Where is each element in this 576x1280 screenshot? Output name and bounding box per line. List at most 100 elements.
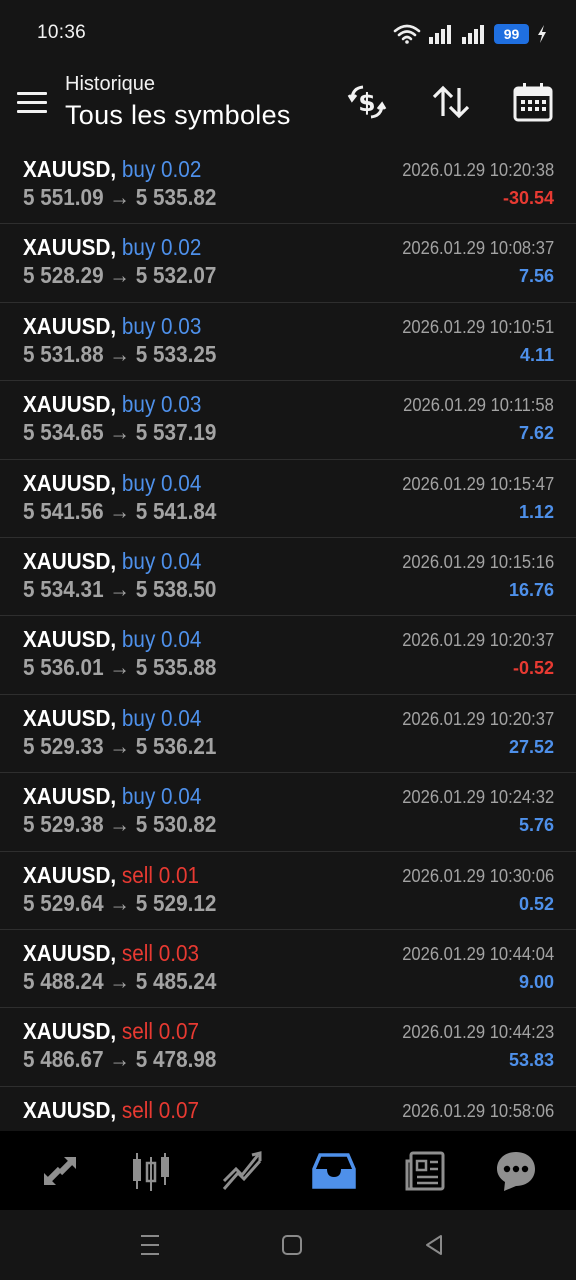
- trade-side: buy 0.02: [121, 156, 202, 182]
- charging-icon: [538, 25, 546, 43]
- trade-profit: 7.62: [518, 423, 554, 444]
- trade-row[interactable]: XAUUSD, buy 0.02 5 528.29 → 5 532.07 2026.…: [0, 224, 576, 303]
- trade-row[interactable]: XAUUSD, buy 0.02 5 551.09 → 5 535.82 2026.…: [0, 146, 576, 225]
- trade-time: 2026.01.29 10:44:23: [402, 1022, 554, 1043]
- trade-list[interactable]: XAUUSD, buy 0.02 5 551.09 → 5 535.82 2026.…: [0, 146, 576, 1131]
- trade-time: 2026.01.29 10:44:04: [402, 943, 554, 964]
- open-price: 5 529.33: [23, 732, 104, 759]
- currency-exchange-icon[interactable]: $: [345, 80, 389, 124]
- header-title[interactable]: Tous les symboles: [65, 100, 291, 131]
- trade-symbol-line: XAUUSD, buy 0.04: [23, 470, 201, 497]
- trade-profit: -0.52: [512, 658, 554, 679]
- trade-row[interactable]: XAUUSD, buy 0.04 5 536.01 → 5 535.88 2026.…: [0, 616, 576, 695]
- bottom-nav: [0, 1131, 576, 1210]
- trade-time: 2026.01.29 10:15:47: [402, 473, 554, 494]
- close-price: 5 529.12: [135, 889, 217, 916]
- nav-history-icon[interactable]: [304, 1141, 364, 1201]
- trade-symbol: XAUUSD,: [23, 1018, 117, 1045]
- trade-row[interactable]: XAUUSD, sell 0.07 5 486.67 → 5 478.98 2026…: [0, 1008, 576, 1087]
- trade-prices: 5 531.88 → 5 533.25: [23, 341, 216, 368]
- arrow-right-icon: →: [103, 1046, 136, 1073]
- open-price: 5 531.88: [23, 340, 104, 367]
- trade-side: buy 0.04: [121, 469, 202, 496]
- trade-profit: 0.52: [518, 893, 554, 914]
- nav-analytics-icon[interactable]: [212, 1141, 272, 1201]
- sort-icon[interactable]: [429, 80, 473, 124]
- close-price: 5 530.82: [135, 811, 217, 838]
- home-icon[interactable]: [277, 1230, 307, 1260]
- open-price: 5 534.65: [23, 419, 104, 446]
- trade-row[interactable]: XAUUSD, sell 0.01 5 529.64 → 5 529.12 2026…: [0, 852, 576, 930]
- trade-symbol: XAUUSD,: [23, 312, 117, 339]
- trade-time: 2026.01.29 10:11:58: [403, 395, 554, 416]
- arrow-right-icon: →: [103, 654, 136, 681]
- trade-row[interactable]: XAUUSD, sell 0.07 2026.01.29 10:58:06: [0, 1087, 576, 1131]
- trade-time: 2026.01.29 10:20:37: [402, 708, 554, 729]
- close-price: 5 537.19: [135, 419, 217, 446]
- trade-time: 2026.01.29 10:30:06: [402, 865, 554, 886]
- open-price: 5 541.56: [23, 497, 104, 524]
- close-price: 5 533.25: [135, 340, 217, 367]
- signal-icon: [429, 25, 451, 44]
- battery-indicator: 99: [494, 24, 529, 44]
- trade-symbol-line: XAUUSD, buy 0.04: [23, 548, 201, 575]
- trade-prices: 5 534.65 → 5 537.19: [23, 419, 216, 446]
- trade-row[interactable]: XAUUSD, buy 0.04 5 534.31 → 5 538.50 2026.…: [0, 538, 576, 617]
- open-price: 5 551.09: [23, 184, 104, 210]
- trade-row[interactable]: XAUUSD, buy 0.03 5 534.65 → 5 537.19 2026.…: [0, 381, 576, 460]
- trade-symbol-line: XAUUSD, sell 0.07: [23, 1097, 199, 1124]
- trade-profit: 16.76: [508, 579, 554, 600]
- trade-prices: 5 488.24 → 5 485.24: [23, 968, 216, 995]
- trade-symbol-line: XAUUSD, buy 0.04: [23, 705, 201, 732]
- trade-symbol: XAUUSD,: [23, 861, 117, 888]
- nav-chart-icon[interactable]: [121, 1141, 181, 1201]
- trade-side: buy 0.04: [121, 547, 202, 574]
- trade-row[interactable]: XAUUSD, sell 0.03 5 488.24 → 5 485.24 2026…: [0, 930, 576, 1009]
- trade-symbol: XAUUSD,: [23, 783, 117, 810]
- trade-row[interactable]: XAUUSD, buy 0.03 5 531.88 → 5 533.25 2026.…: [0, 303, 576, 382]
- trade-symbol: XAUUSD,: [23, 704, 117, 731]
- trade-symbol: XAUUSD,: [23, 156, 117, 182]
- trade-symbol: XAUUSD,: [23, 626, 117, 653]
- trade-time: 2026.01.29 10:20:38: [402, 160, 554, 180]
- trade-row[interactable]: XAUUSD, buy 0.04 5 529.38 → 5 530.82 2026.…: [0, 773, 576, 852]
- trade-side: sell 0.07: [121, 1096, 200, 1123]
- menu-icon[interactable]: [14, 86, 50, 118]
- close-price: 5 538.50: [135, 575, 217, 602]
- nav-trade-icon[interactable]: [30, 1141, 90, 1201]
- trade-row[interactable]: XAUUSD, buy 0.04 5 541.56 → 5 541.84 2026.…: [0, 460, 576, 538]
- open-price: 5 488.24: [23, 967, 104, 994]
- trade-row[interactable]: XAUUSD, buy 0.04 5 529.33 → 5 536.21 2026.…: [0, 695, 576, 774]
- nav-news-icon[interactable]: [395, 1141, 455, 1201]
- trade-symbol-line: XAUUSD, buy 0.03: [23, 313, 201, 340]
- close-price: 5 532.07: [135, 262, 217, 289]
- trade-time: 2026.01.29 10:15:16: [402, 551, 554, 572]
- svg-text:$: $: [358, 88, 375, 117]
- trade-profit: 7.56: [518, 266, 554, 287]
- open-price: 5 528.29: [23, 262, 104, 289]
- trade-side: buy 0.04: [121, 626, 202, 653]
- arrow-right-icon: →: [103, 340, 136, 367]
- trade-profit: 9.00: [518, 971, 554, 992]
- signal-icon: [462, 25, 484, 44]
- close-price: 5 478.98: [135, 1046, 217, 1073]
- back-icon[interactable]: [419, 1230, 449, 1260]
- trade-profit: -30.54: [502, 188, 554, 208]
- calendar-icon[interactable]: [511, 80, 555, 124]
- trade-side: sell 0.01: [121, 861, 200, 888]
- trade-symbol-line: XAUUSD, buy 0.02: [23, 234, 201, 261]
- close-price: 5 535.88: [135, 654, 217, 681]
- trade-profit: 5.76: [518, 815, 554, 836]
- open-price: 5 534.31: [23, 575, 104, 602]
- status-time: 10:36: [37, 22, 87, 43]
- close-price: 5 541.84: [135, 497, 217, 524]
- trade-symbol: XAUUSD,: [23, 234, 117, 261]
- trade-prices: 5 529.33 → 5 536.21: [23, 733, 216, 760]
- recent-apps-icon[interactable]: [135, 1230, 165, 1260]
- trade-prices: 5 529.38 → 5 530.82: [23, 811, 216, 838]
- close-price: 5 536.21: [135, 732, 217, 759]
- header-subtitle: Historique: [65, 73, 156, 95]
- trade-time: 2026.01.29 10:08:37: [402, 238, 554, 259]
- arrow-right-icon: →: [103, 889, 136, 916]
- nav-chat-icon[interactable]: [486, 1141, 546, 1201]
